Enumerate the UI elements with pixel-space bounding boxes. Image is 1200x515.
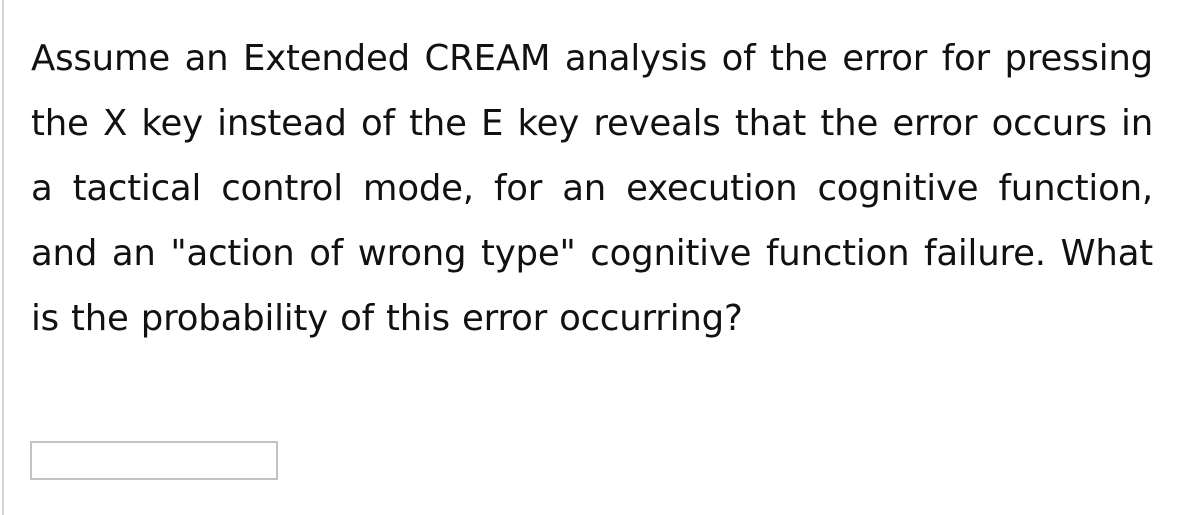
answer-input[interactable]	[30, 441, 278, 480]
question-page: Assume an Extended CREAM analysis of the…	[0, 0, 1200, 515]
question-text: Assume an Extended CREAM analysis of the…	[31, 38, 1153, 339]
left-border-divider	[2, 0, 4, 515]
